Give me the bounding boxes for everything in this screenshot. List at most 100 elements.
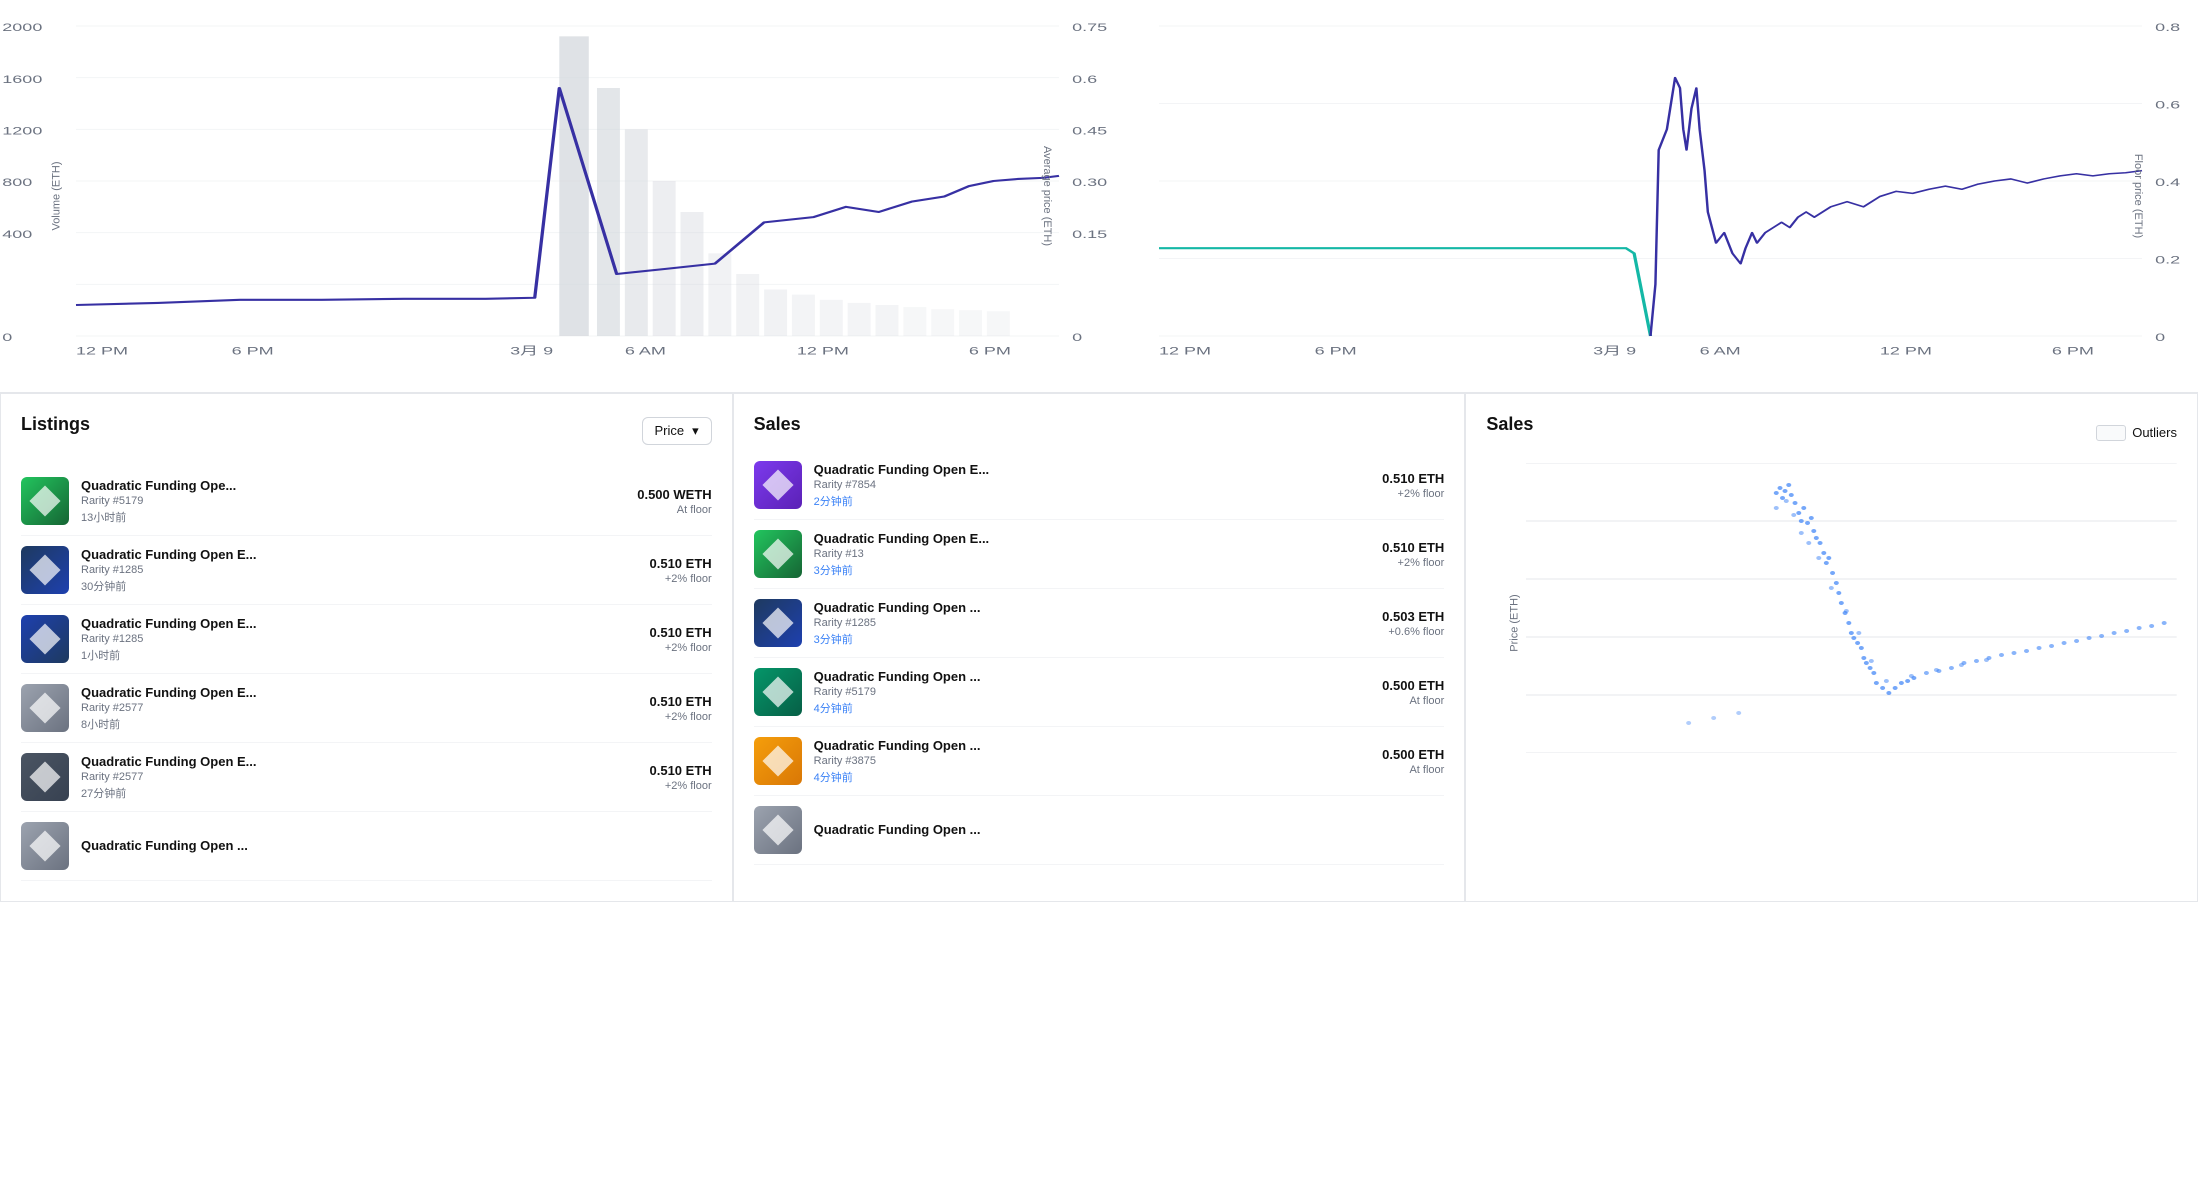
sale-name: Quadratic Funding Open ...: [814, 669, 1371, 684]
listing-price-note: At floor: [637, 504, 711, 516]
sale-price-note: At floor: [1382, 764, 1444, 776]
listing-price: 0.510 ETH: [650, 556, 712, 571]
listings-panel: Listings Price ▾ Quadratic Funding Ope..…: [0, 393, 733, 902]
sale-time-link[interactable]: 3分钟前: [814, 631, 1371, 647]
scatter-y-label: Price (ETH): [1509, 594, 1521, 651]
sale-time-link[interactable]: 4分钟前: [814, 769, 1371, 785]
listing-name: Quadratic Funding Open E...: [81, 616, 638, 631]
listing-thumbnail: [21, 684, 69, 732]
sale-name: Quadratic Funding Open ...: [814, 822, 1433, 837]
sale-time-link[interactable]: 4分钟前: [814, 700, 1371, 716]
sale-rarity: Rarity #5179: [814, 686, 1371, 698]
y-left-label: Volume (ETH): [51, 161, 63, 230]
svg-text:3月 9: 3月 9: [1593, 345, 1636, 358]
svg-text:3月 9: 3月 9: [510, 345, 553, 358]
svg-text:12 PM: 12 PM: [76, 345, 128, 358]
sale-thumbnail: [754, 599, 802, 647]
listing-name: Quadratic Funding Open E...: [81, 754, 638, 769]
listing-time: 1小时前: [81, 647, 638, 663]
sale-item[interactable]: Quadratic Funding Open E... Rarity #13 3…: [754, 520, 1445, 589]
price-dropdown-label: Price: [655, 423, 685, 438]
svg-text:6 AM: 6 AM: [625, 345, 666, 358]
volume-chart: 2000 1600 1200 800 400 0 0.75 0.6 0.45 0…: [16, 16, 1099, 376]
sale-price: 0.510 ETH: [1382, 471, 1444, 486]
svg-text:12 PM: 12 PM: [797, 345, 849, 358]
sale-thumbnail: [754, 737, 802, 785]
sale-price-note: At floor: [1382, 695, 1444, 707]
listing-rarity: Rarity #5179: [81, 495, 625, 507]
sale-price-note: +2% floor: [1382, 488, 1444, 500]
listing-name: Quadratic Funding Open E...: [81, 685, 638, 700]
sale-item[interactable]: Quadratic Funding Open ... Rarity #5179 …: [754, 658, 1445, 727]
listing-rarity: Rarity #1285: [81, 564, 638, 576]
svg-text:6 AM: 6 AM: [1700, 345, 1741, 358]
svg-text:1600: 1600: [2, 73, 42, 86]
sales-list: Quadratic Funding Open E... Rarity #7854…: [754, 451, 1445, 865]
listing-price: 0.510 ETH: [650, 694, 712, 709]
svg-text:6 PM: 6 PM: [1315, 345, 1357, 358]
listing-thumbnail: [21, 822, 69, 870]
price-dropdown[interactable]: Price ▾: [642, 417, 712, 445]
sale-price-note: +0.6% floor: [1382, 626, 1444, 638]
listing-price: 0.510 ETH: [650, 763, 712, 778]
listing-name: Quadratic Funding Open E...: [81, 547, 638, 562]
listing-rarity: Rarity #2577: [81, 702, 638, 714]
sale-rarity: Rarity #7854: [814, 479, 1371, 491]
svg-text:400: 400: [2, 228, 32, 241]
listing-item[interactable]: Quadratic Funding Open E... Rarity #2577…: [21, 743, 712, 812]
sale-thumbnail: [754, 668, 802, 716]
sale-time-link[interactable]: 3分钟前: [814, 562, 1371, 578]
sale-rarity: Rarity #3875: [814, 755, 1371, 767]
svg-text:1200: 1200: [2, 125, 42, 138]
listings-title: Listings: [21, 414, 90, 435]
svg-text:12 PM: 12 PM: [1880, 345, 1932, 358]
listing-item[interactable]: Quadratic Funding Ope... Rarity #5179 13…: [21, 467, 712, 536]
listing-price: 0.500 WETH: [637, 487, 711, 502]
svg-text:0: 0: [2155, 331, 2165, 344]
listing-item[interactable]: Quadratic Funding Open ...: [21, 812, 712, 881]
sale-name: Quadratic Funding Open ...: [814, 600, 1371, 615]
svg-text:0.4: 0.4: [2155, 176, 2180, 189]
listing-item[interactable]: Quadratic Funding Open E... Rarity #1285…: [21, 536, 712, 605]
chevron-down-icon: ▾: [692, 423, 699, 439]
scatter-title: Sales: [1486, 414, 1533, 435]
y-right-label: Average price (ETH): [1041, 146, 1053, 246]
sale-item[interactable]: Quadratic Funding Open ... Rarity #1285 …: [754, 589, 1445, 658]
sale-item[interactable]: Quadratic Funding Open ... Rarity #3875 …: [754, 727, 1445, 796]
sale-item[interactable]: Quadratic Funding Open ...: [754, 796, 1445, 865]
sale-price-note: +2% floor: [1382, 557, 1444, 569]
sale-price: 0.500 ETH: [1382, 747, 1444, 762]
listing-price-note: +2% floor: [650, 711, 712, 723]
listing-price-note: +2% floor: [650, 642, 712, 654]
listing-price-note: +2% floor: [650, 780, 712, 792]
listing-price: 0.510 ETH: [650, 625, 712, 640]
sale-name: Quadratic Funding Open E...: [814, 462, 1371, 477]
sale-item[interactable]: Quadratic Funding Open E... Rarity #7854…: [754, 451, 1445, 520]
listing-thumbnail: [21, 546, 69, 594]
listing-time: 13小时前: [81, 509, 625, 525]
svg-text:12 PM: 12 PM: [1159, 345, 1211, 358]
listing-name: Quadratic Funding Ope...: [81, 478, 625, 493]
svg-text:0: 0: [2, 331, 12, 344]
outliers-checkbox[interactable]: [2096, 425, 2126, 441]
listing-rarity: Rarity #1285: [81, 633, 638, 645]
sale-name: Quadratic Funding Open E...: [814, 531, 1371, 546]
scatter-panel: Sales Outliers Price (ETH) 1 0.8 0.6 0.4: [1465, 393, 2198, 902]
svg-text:0: 0: [1072, 331, 1082, 344]
svg-text:0.6: 0.6: [1072, 73, 1097, 86]
svg-text:0.8: 0.8: [2155, 21, 2180, 34]
listing-item[interactable]: Quadratic Funding Open E... Rarity #2577…: [21, 674, 712, 743]
sale-thumbnail: [754, 530, 802, 578]
listing-time: 27分钟前: [81, 785, 638, 801]
sale-price: 0.500 ETH: [1382, 678, 1444, 693]
sale-rarity: Rarity #1285: [814, 617, 1371, 629]
svg-text:6 PM: 6 PM: [2052, 345, 2094, 358]
sale-time-link[interactable]: 2分钟前: [814, 493, 1371, 509]
sale-rarity: Rarity #13: [814, 548, 1371, 560]
listings-list: Quadratic Funding Ope... Rarity #5179 13…: [21, 467, 712, 881]
svg-text:800: 800: [2, 176, 32, 189]
listing-item[interactable]: Quadratic Funding Open E... Rarity #1285…: [21, 605, 712, 674]
listing-thumbnail: [21, 615, 69, 663]
listing-name: Quadratic Funding Open ...: [81, 838, 700, 853]
outliers-toggle[interactable]: Outliers: [2096, 425, 2177, 441]
